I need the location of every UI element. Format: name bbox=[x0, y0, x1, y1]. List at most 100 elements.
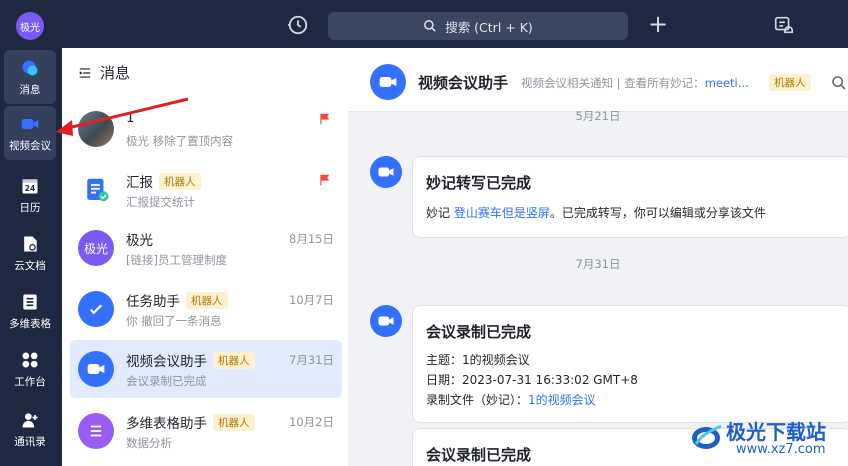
search-placeholder: 搜索 (Ctrl + K) bbox=[445, 19, 533, 35]
conversation-title: 极光 bbox=[126, 233, 153, 249]
conversation-date: 8月15日 bbox=[289, 232, 334, 246]
video-camera-icon bbox=[21, 118, 39, 129]
nav-item-cloud-docs[interactable]: 云文档 bbox=[4, 226, 56, 280]
chat-header: 视频会议助手 视频会议相关通知 | 查看所有妙记：meeti... 机器人 bbox=[348, 48, 848, 112]
task-check-icon bbox=[78, 291, 114, 327]
contact-avatar: 极光 bbox=[78, 230, 114, 266]
conversation-title: 多维表格助手 bbox=[126, 416, 207, 432]
conversation-item-selected[interactable]: 视频会议助手 机器人 会议录制已完成 7月31日 bbox=[70, 340, 342, 398]
nav-label: 多维表格 bbox=[9, 317, 51, 330]
panel-header: 消息 bbox=[78, 62, 130, 83]
left-nav: 消息 视频会议 24 日历 云文档 多维表格 工作台 通讯录 bbox=[0, 48, 62, 466]
chat-area: 视频会议助手 视频会议相关通知 | 查看所有妙记：meeti... 机器人 5月… bbox=[348, 48, 848, 466]
contacts-icon bbox=[22, 412, 38, 427]
card-body: 妙记 登山赛车但是竖屏。已完成转写，你可以编辑或分享该文件 bbox=[426, 203, 848, 223]
message-card: 妙记转写已完成 妙记 登山赛车但是竖屏。已完成转写，你可以编辑或分享该文件 bbox=[412, 156, 848, 238]
add-icon[interactable]: + bbox=[646, 12, 670, 36]
nav-label: 视频会议 bbox=[9, 139, 51, 152]
video-camera-icon bbox=[370, 156, 402, 188]
date-separator: 7月31日 bbox=[575, 257, 621, 271]
chat-description: 视频会议相关通知 | 查看所有妙记：meeti... bbox=[521, 75, 749, 91]
conversation-name: 汇报 机器人 bbox=[126, 171, 201, 191]
conversation-name: 极光 bbox=[126, 229, 153, 249]
nav-item-calendar[interactable]: 24 日历 bbox=[4, 168, 56, 222]
conversation-preview: 数据分析 bbox=[126, 436, 172, 450]
nav-item-video-meeting[interactable]: 视频会议 bbox=[4, 106, 56, 160]
card-text: 录制文件（妙记）： bbox=[426, 393, 529, 407]
video-camera-icon bbox=[370, 305, 402, 337]
card-text: 。已完成转写，你可以编辑或分享该文件 bbox=[549, 206, 766, 220]
bot-badge: 机器人 bbox=[159, 172, 201, 190]
bot-badge: 机器人 bbox=[213, 413, 255, 431]
table-icon bbox=[23, 294, 37, 309]
video-camera-icon bbox=[78, 351, 114, 387]
conversation-preview: 汇报提交统计 bbox=[126, 195, 195, 209]
conversation-name: 1 bbox=[126, 110, 135, 126]
conversation-preview: 会议录制已完成 bbox=[126, 374, 207, 388]
bitable-icon bbox=[78, 413, 114, 449]
conversation-name: 多维表格助手 机器人 bbox=[126, 412, 255, 432]
card-title: 会议录制已完成 bbox=[426, 323, 532, 341]
card-file: 录制文件（妙记）：1的视频会议 bbox=[426, 390, 848, 410]
watermark-logo-icon bbox=[692, 424, 722, 449]
top-bar: 极光 搜索 (Ctrl + K) + bbox=[0, 0, 848, 48]
message-card: 会议录制已完成 主题：1的视频会议 日期：2023-07-31 16:33:02… bbox=[412, 305, 848, 423]
conversation-item[interactable]: 1 极光 移除了置顶内容 bbox=[70, 100, 342, 158]
nav-item-bitable[interactable]: 多维表格 bbox=[4, 284, 56, 338]
date-separator: 5月21日 bbox=[575, 109, 621, 123]
conversation-list-panel: 消息 1 极光 移除了置顶内容 汇报 机器人 汇报提交统计 极光 极光 [链接]员… bbox=[62, 48, 348, 466]
svg-text:24: 24 bbox=[25, 184, 35, 193]
chat-bubble-icon bbox=[22, 60, 38, 75]
card-title: 妙记转写已完成 bbox=[426, 174, 532, 192]
nav-item-workplace[interactable]: 工作台 bbox=[4, 342, 56, 396]
minutes-link[interactable]: meeti... bbox=[705, 76, 749, 90]
nav-label: 通讯录 bbox=[14, 435, 46, 448]
nav-label: 消息 bbox=[19, 83, 41, 96]
conversation-preview: 极光 移除了置顶内容 bbox=[126, 134, 234, 148]
conversation-item[interactable]: 任务助手 机器人 你 撤回了一条消息 10月7日 bbox=[70, 280, 342, 338]
conversation-date: 7月31日 bbox=[289, 353, 334, 367]
conversation-title: 视频会议助手 bbox=[126, 354, 207, 370]
panel-title: 消息 bbox=[100, 64, 131, 82]
flag-icon[interactable] bbox=[318, 173, 332, 187]
user-avatar[interactable]: 极光 bbox=[16, 12, 44, 40]
search-icon bbox=[424, 20, 436, 32]
nav-item-messages[interactable]: 消息 bbox=[4, 50, 56, 104]
nav-label: 云文档 bbox=[14, 259, 46, 272]
cloud-doc-icon bbox=[24, 236, 37, 251]
nav-item-contacts[interactable]: 通讯录 bbox=[4, 402, 56, 456]
nav-label: 工作台 bbox=[14, 375, 46, 388]
reminder-icon[interactable] bbox=[773, 14, 795, 36]
conversation-preview: 你 撤回了一条消息 bbox=[126, 314, 222, 328]
card-topic: 主题：1的视频会议 bbox=[426, 353, 530, 367]
history-icon[interactable] bbox=[287, 14, 309, 36]
collapse-list-icon[interactable] bbox=[78, 66, 92, 80]
search-icon[interactable] bbox=[831, 75, 847, 91]
conversation-name: 任务助手 机器人 bbox=[126, 290, 228, 310]
conversation-date: 10月2日 bbox=[289, 415, 334, 429]
group-photo-avatar bbox=[78, 111, 114, 147]
conversation-preview: [链接]员工管理制度 bbox=[126, 253, 227, 267]
card-text: 妙记 bbox=[426, 206, 454, 220]
conversation-item[interactable]: 多维表格助手 机器人 数据分析 10月2日 bbox=[70, 402, 342, 460]
watermark-brand: 极光下载站 bbox=[726, 420, 826, 444]
conversation-item[interactable]: 极光 极光 [链接]员工管理制度 8月15日 bbox=[70, 219, 342, 277]
conversation-date: 10月7日 bbox=[289, 293, 334, 307]
bot-badge: 机器人 bbox=[186, 291, 228, 309]
conversation-title: 1 bbox=[126, 110, 135, 126]
watermark: 极光下载站 www.xz7.com bbox=[688, 414, 848, 466]
flag-icon[interactable] bbox=[318, 112, 332, 126]
minutes-file-link[interactable]: 登山赛车但是竖屏 bbox=[454, 206, 550, 220]
search-input[interactable]: 搜索 (Ctrl + K) bbox=[328, 12, 628, 40]
bot-badge: 机器人 bbox=[769, 74, 811, 91]
calendar-icon: 24 bbox=[22, 178, 38, 193]
bot-badge: 机器人 bbox=[213, 351, 255, 369]
conversation-title: 汇报 bbox=[126, 175, 153, 191]
apps-grid-icon bbox=[22, 352, 38, 367]
recording-link[interactable]: 1的视频会议 bbox=[528, 393, 596, 407]
nav-label: 日历 bbox=[19, 201, 41, 214]
conversation-item[interactable]: 汇报 机器人 汇报提交统计 bbox=[70, 161, 342, 219]
report-icon bbox=[78, 172, 114, 208]
video-camera-icon bbox=[370, 64, 406, 100]
conversation-name: 视频会议助手 机器人 bbox=[126, 350, 255, 370]
